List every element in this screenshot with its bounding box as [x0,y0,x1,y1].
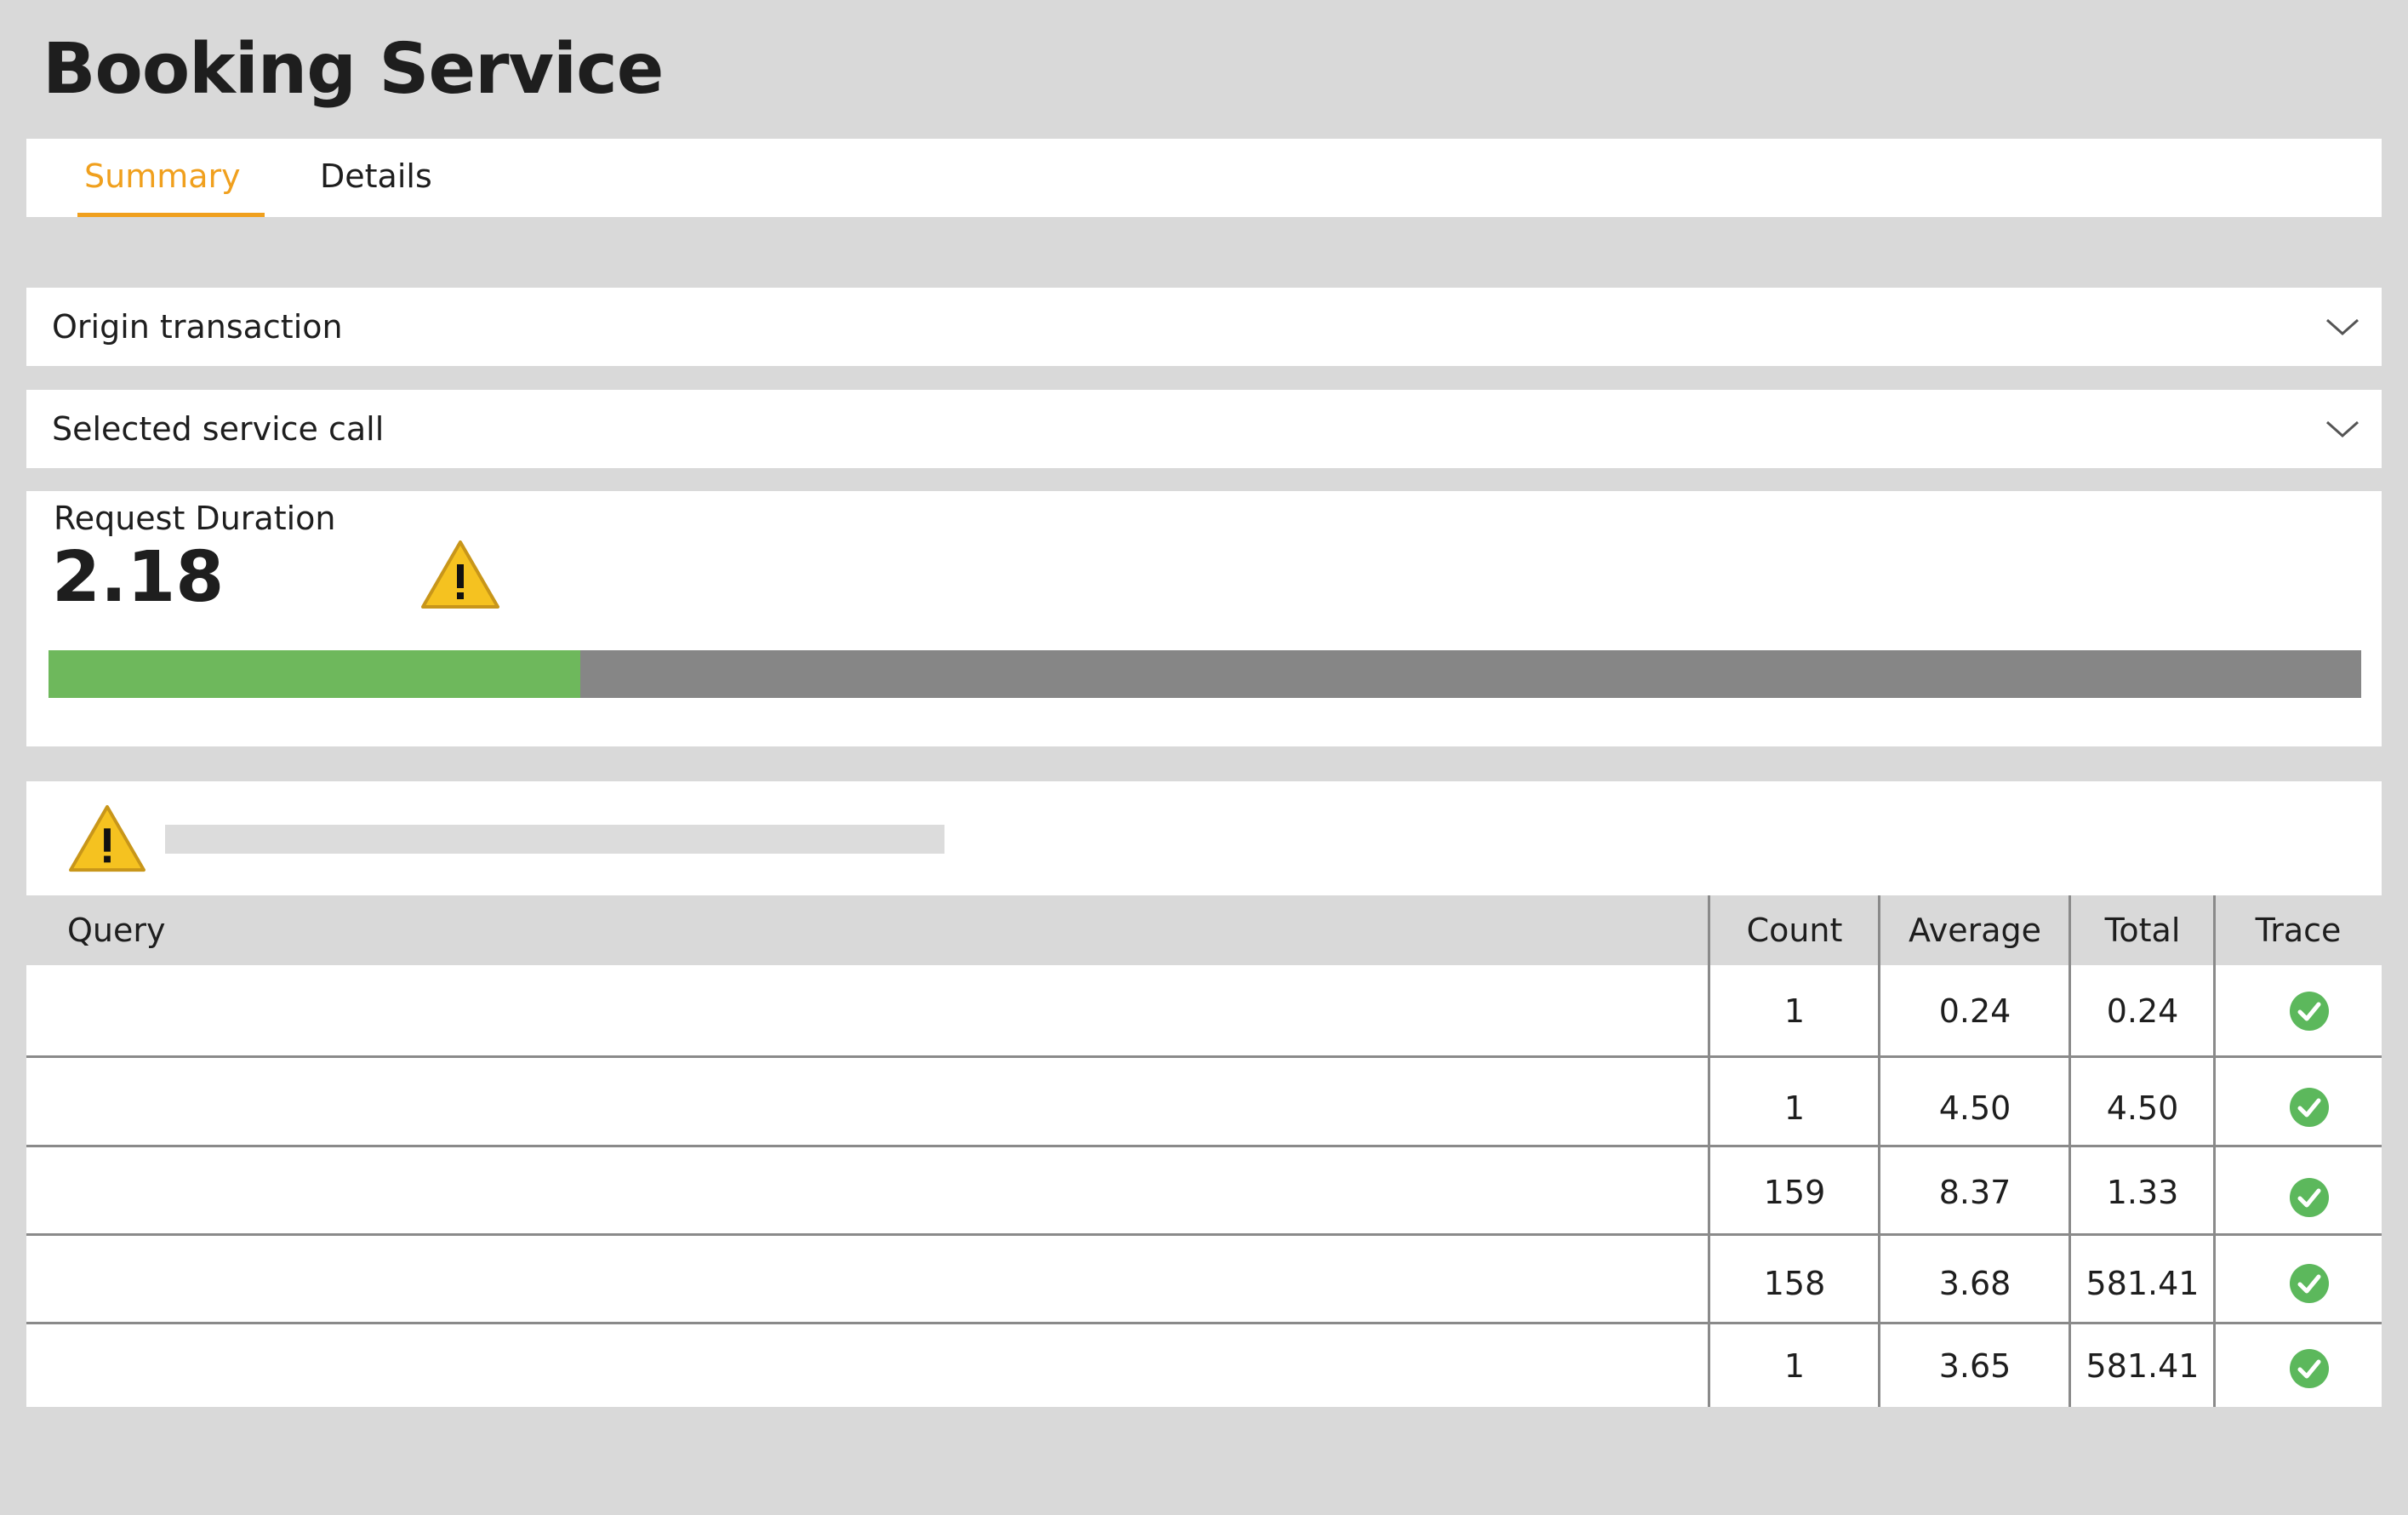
tab-details[interactable]: Details [320,139,490,217]
table-row[interactable]: 159 8.37 1.33 [26,1147,2382,1235]
warning-icon [421,540,499,609]
count-cell: 158 [1763,1265,1826,1302]
column-header-trace[interactable]: Trace [2215,895,2382,965]
column-header-count[interactable]: Count [1709,895,1880,965]
page-title: Booking Service [43,29,664,110]
count-cell: 159 [1763,1174,1826,1211]
chevron-down-icon[interactable] [2322,306,2363,347]
check-circle-icon[interactable] [2289,991,2330,1032]
table-row[interactable]: 1 4.50 4.50 [26,1058,2382,1146]
check-circle-icon[interactable] [2289,1348,2330,1389]
average-cell: 0.24 [1938,992,2011,1030]
queries-panel: Query Count Average Total Trace 1 0.24 0… [26,781,2382,1407]
table-row[interactable]: 1 3.65 581.41 [26,1324,2382,1407]
check-circle-icon[interactable] [2289,1087,2330,1128]
warning-message-placeholder [165,825,944,854]
count-cell: 1 [1783,992,1806,1030]
total-cell: 4.50 [2106,1089,2179,1127]
column-header-query[interactable]: Query [26,895,1709,965]
column-divider [2213,895,2216,1407]
table-row[interactable]: 1 0.24 0.24 [26,965,2382,1057]
check-circle-icon[interactable] [2289,1263,2330,1304]
request-duration-value: 2.18 [52,537,225,618]
origin-transaction-accordion[interactable]: Origin transaction [26,288,2382,366]
column-divider [2068,895,2071,1407]
average-cell: 3.68 [1938,1265,2011,1302]
column-header-average[interactable]: Average [1880,895,2070,965]
tab-bar: Summary Details [26,139,2382,217]
count-cell: 1 [1783,1347,1806,1385]
query-table-body: 1 0.24 0.24 1 4.50 4.50 159 8.37 1.33 15… [26,965,2382,1407]
check-circle-icon[interactable] [2289,1177,2330,1218]
column-header-total[interactable]: Total [2070,895,2215,965]
origin-transaction-label: Origin transaction [52,308,343,346]
total-cell: 0.24 [2106,992,2179,1030]
total-cell: 581.41 [2086,1347,2200,1385]
request-duration-panel: Request Duration 2.18 [26,491,2382,746]
duration-progress-bar [49,650,2361,698]
count-cell: 1 [1783,1089,1806,1127]
request-duration-label: Request Duration [54,500,336,537]
column-divider [1878,895,1880,1407]
warning-icon [69,804,146,872]
column-divider [1708,895,1710,1407]
total-cell: 1.33 [2106,1174,2179,1211]
selected-service-call-accordion[interactable]: Selected service call [26,390,2382,468]
total-cell: 581.41 [2086,1265,2200,1302]
query-table-header: Query Count Average Total Trace [26,895,2382,965]
tab-summary[interactable]: Summary [77,139,265,217]
table-row[interactable]: 158 3.68 581.41 [26,1236,2382,1323]
average-cell: 8.37 [1938,1174,2011,1211]
average-cell: 3.65 [1938,1347,2011,1385]
duration-progress-fill [49,650,581,698]
chevron-down-icon[interactable] [2322,409,2363,449]
selected-service-call-label: Selected service call [52,410,385,448]
average-cell: 4.50 [1938,1089,2011,1127]
